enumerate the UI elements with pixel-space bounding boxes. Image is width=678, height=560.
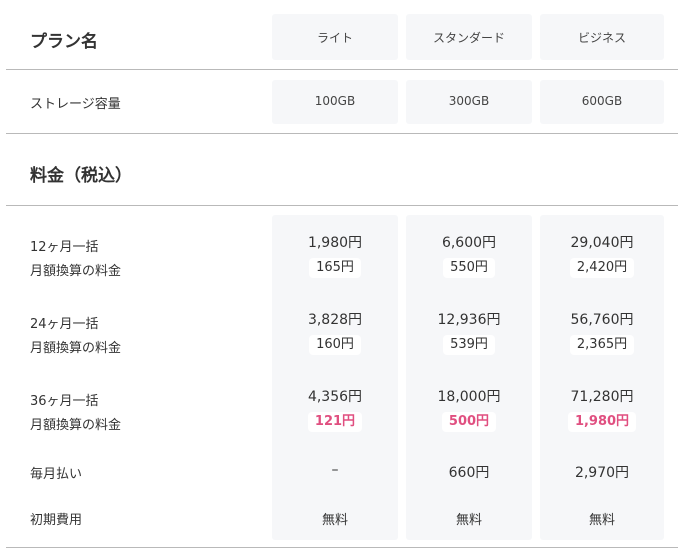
- monthly-36m-lite: 121円: [307, 412, 363, 432]
- initial-fee-business: 無料: [588, 513, 615, 528]
- plan-name-standard: スタンダード: [432, 31, 505, 45]
- initial-fee-lite: 無料: [321, 513, 348, 528]
- monthly-pay-standard: 660円: [448, 465, 490, 481]
- monthly-36m-lite-cell: 121円: [272, 412, 398, 432]
- row-label-12m: 12ヶ月一括: [30, 240, 99, 255]
- storage-standard: 300GB: [448, 94, 490, 108]
- total-12m-standard: 6,600円: [441, 235, 497, 251]
- total-36m-business: 71,280円: [570, 389, 634, 405]
- monthly-24m-lite-cell: 160円: [272, 335, 398, 355]
- monthly-12m-lite: 165円: [309, 258, 361, 278]
- initial-fee-standard: 無料: [455, 513, 482, 528]
- monthly-36m-business: 1,980円: [567, 412, 637, 432]
- monthly-pay-business: 2,970円: [574, 465, 630, 481]
- monthly-pay-lite: –: [331, 462, 339, 478]
- storage-business: 600GB: [581, 94, 623, 108]
- monthly-24m-lite: 160円: [309, 335, 361, 355]
- monthly-24m-standard: 539円: [443, 335, 495, 355]
- row-label-36m: 36ヶ月一括: [30, 394, 99, 409]
- total-24m-lite: 3,828円: [307, 312, 363, 328]
- storage-lite: 100GB: [314, 94, 356, 108]
- monthly-36m-business-cell: 1,980円: [540, 412, 664, 432]
- monthly-12m-business: 2,420円: [569, 258, 635, 278]
- plan-name-heading: プラン名: [30, 32, 98, 52]
- monthly-36m-standard-cell: 500円: [406, 412, 532, 432]
- divider: [6, 205, 678, 206]
- plan-name-business: ビジネス: [577, 31, 626, 45]
- monthly-24m-standard-cell: 539円: [406, 335, 532, 355]
- total-12m-business: 29,040円: [570, 235, 634, 251]
- monthly-12m-standard-cell: 550円: [406, 258, 532, 278]
- price-section-heading: 料金（税込）: [30, 166, 132, 186]
- storage-label: ストレージ容量: [30, 97, 121, 112]
- monthly-36m-standard: 500円: [441, 412, 497, 432]
- total-36m-lite: 4,356円: [307, 389, 363, 405]
- monthly-12m-business-cell: 2,420円: [540, 258, 664, 278]
- row-sublabel-36m: 月額換算の料金: [30, 418, 122, 433]
- total-12m-lite: 1,980円: [307, 235, 363, 251]
- monthly-pay-label: 毎月払い: [30, 467, 83, 482]
- initial-fee-label: 初期費用: [30, 513, 83, 528]
- row-sublabel-24m: 月額換算の料金: [30, 341, 122, 356]
- total-36m-standard: 18,000円: [437, 389, 501, 405]
- divider: [6, 69, 678, 70]
- row-sublabel-12m: 月額換算の料金: [30, 264, 122, 279]
- monthly-12m-lite-cell: 165円: [272, 258, 398, 278]
- total-24m-standard: 12,936円: [437, 312, 501, 328]
- monthly-24m-business-cell: 2,365円: [540, 335, 664, 355]
- divider: [6, 133, 678, 134]
- monthly-24m-business: 2,365円: [569, 335, 635, 355]
- monthly-12m-standard: 550円: [443, 258, 495, 278]
- plan-name-lite: ライト: [316, 31, 353, 45]
- divider: [6, 547, 678, 548]
- row-label-24m: 24ヶ月一括: [30, 317, 99, 332]
- total-24m-business: 56,760円: [570, 312, 634, 328]
